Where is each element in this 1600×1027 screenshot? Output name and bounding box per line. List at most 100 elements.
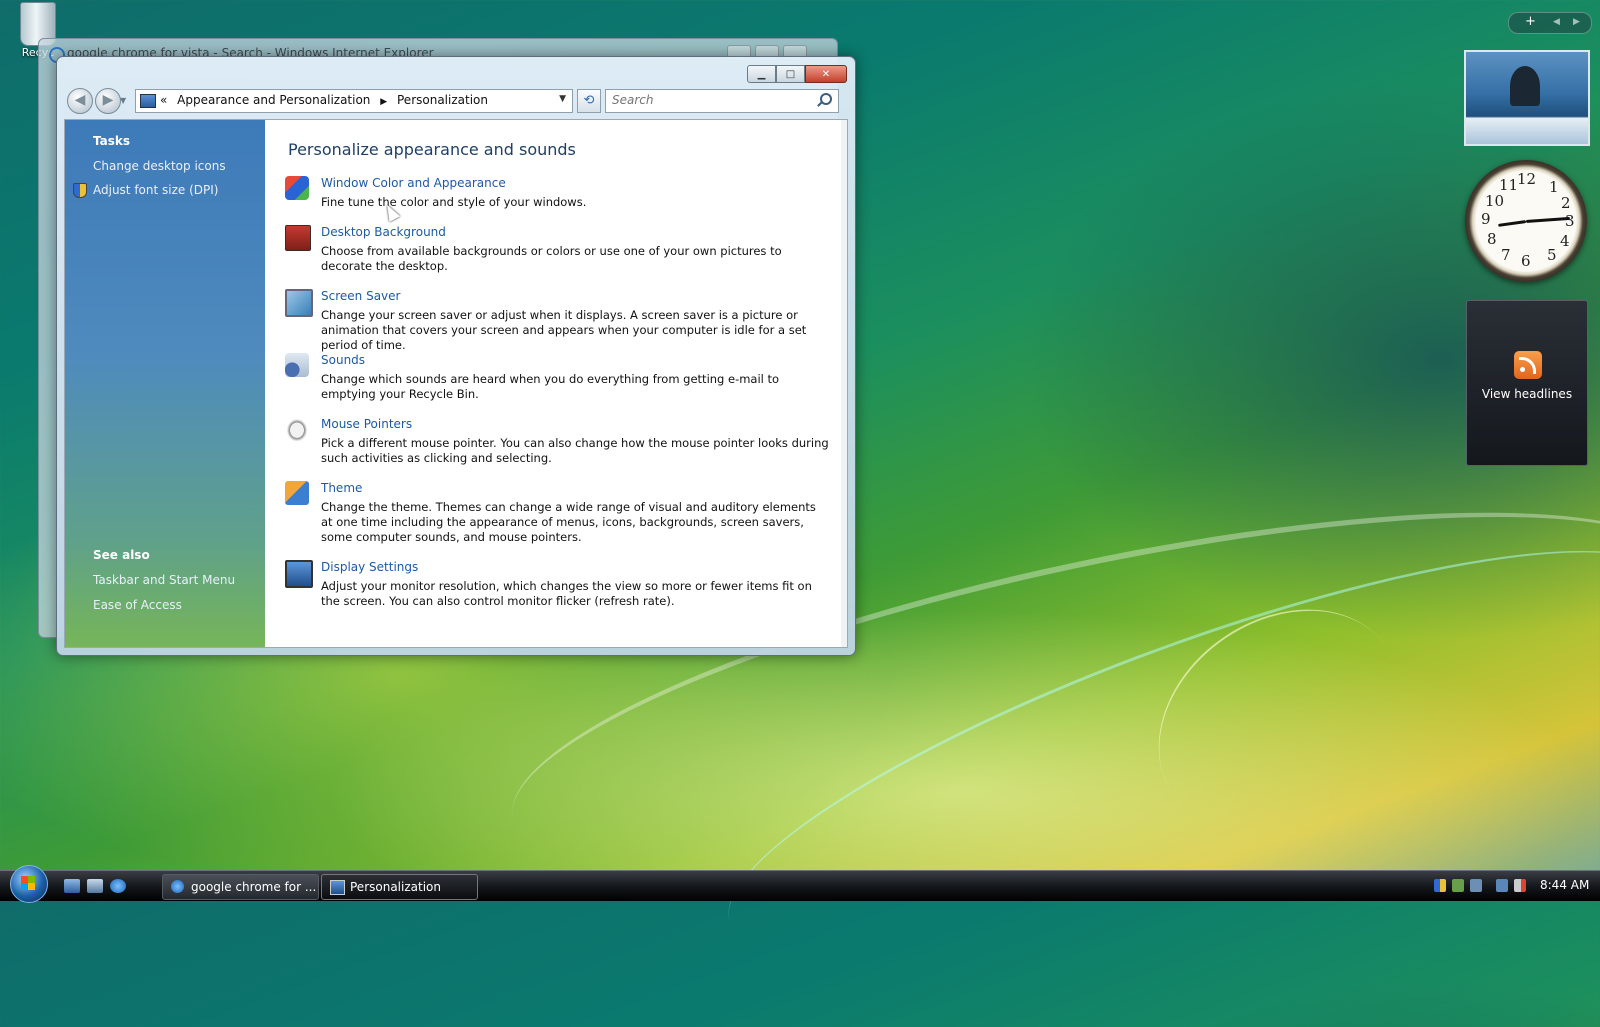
desktop-background-desc: Choose from available backgrounds or col… bbox=[321, 244, 782, 273]
address-dropdown-icon[interactable]: ▼ bbox=[559, 94, 566, 104]
screen-saver-icon[interactable] bbox=[285, 289, 313, 317]
adjust-font-size-link[interactable]: Adjust font size (DPI) bbox=[93, 183, 218, 197]
mouse-pointers-icon[interactable] bbox=[285, 417, 309, 441]
back-arrow-icon: ◀ bbox=[74, 92, 86, 108]
windows-logo-icon bbox=[21, 876, 35, 890]
window-color-desc: Fine tune the color and style of your wi… bbox=[321, 195, 587, 209]
ease-of-access-link[interactable]: Ease of Access bbox=[93, 598, 182, 612]
sounds-icon[interactable] bbox=[285, 353, 309, 377]
content-scrollbar[interactable] bbox=[841, 120, 847, 647]
change-desktop-icons-link[interactable]: Change desktop icons bbox=[93, 159, 226, 173]
clock-number: 11 bbox=[1499, 176, 1519, 194]
search-input[interactable] bbox=[606, 90, 808, 110]
feed-headlines-gadget[interactable]: View headlines bbox=[1466, 300, 1588, 466]
show-desktop-icon[interactable] bbox=[64, 879, 80, 893]
screen-saver-link[interactable]: Screen Saver bbox=[321, 289, 400, 303]
control-panel-icon bbox=[140, 94, 156, 108]
clock-number: 2 bbox=[1561, 194, 1571, 212]
window-color-link[interactable]: Window Color and Appearance bbox=[321, 176, 506, 190]
screen-saver-desc: Change your screen saver or adjust when … bbox=[321, 308, 807, 352]
breadcrumb-overflow[interactable]: « bbox=[160, 93, 167, 107]
wallpaper-swoosh bbox=[1115, 563, 1445, 879]
network-tray-icon[interactable] bbox=[1496, 879, 1508, 892]
search-box[interactable] bbox=[605, 89, 839, 113]
address-bar[interactable]: « Appearance and Personalization ▶ Perso… bbox=[135, 89, 573, 113]
sounds-desc: Change which sounds are heard when you d… bbox=[321, 372, 780, 401]
clock-number: 9 bbox=[1481, 210, 1491, 228]
minute-hand bbox=[1525, 216, 1570, 223]
volume-muted-tray-icon[interactable] bbox=[1514, 879, 1526, 892]
breadcrumb-separator-icon[interactable]: ▶ bbox=[380, 97, 387, 107]
taskbar-button-personalization[interactable]: Personalization bbox=[321, 874, 478, 900]
taskbar-button-ie[interactable]: google chrome for ... bbox=[162, 874, 319, 900]
mouse-pointers-link[interactable]: Mouse Pointers bbox=[321, 417, 412, 431]
rss-icon bbox=[1514, 351, 1542, 379]
switch-windows-icon[interactable] bbox=[87, 879, 103, 893]
forward-arrow-icon: ▶ bbox=[102, 92, 114, 108]
see-also-heading: See also bbox=[93, 548, 150, 562]
forward-button[interactable]: ▶ bbox=[95, 88, 121, 114]
sounds-link[interactable]: Sounds bbox=[321, 353, 365, 367]
breadcrumb: « Appearance and Personalization ▶ Perso… bbox=[160, 93, 494, 107]
search-icon[interactable] bbox=[820, 93, 832, 105]
maximize-button[interactable]: □ bbox=[776, 65, 805, 83]
desktop-background-icon[interactable] bbox=[285, 225, 311, 251]
taskbar-clock[interactable]: 8:44 AM bbox=[1540, 878, 1589, 892]
slideshow-gadget[interactable] bbox=[1464, 50, 1590, 146]
uac-shield-icon bbox=[73, 183, 87, 198]
maximize-icon: □ bbox=[785, 68, 796, 80]
minimize-button[interactable]: ▁ bbox=[747, 65, 776, 83]
start-button[interactable] bbox=[10, 865, 48, 903]
task-pane: Tasks Change desktop icons Adjust font s… bbox=[65, 120, 265, 647]
minimize-icon: ▁ bbox=[757, 68, 766, 80]
display-settings-link[interactable]: Display Settings bbox=[321, 560, 418, 574]
theme-link[interactable]: Theme bbox=[321, 481, 362, 495]
clock-number: 6 bbox=[1521, 252, 1531, 270]
window-color-icon[interactable] bbox=[285, 176, 309, 200]
add-gadget-icon[interactable]: + bbox=[1525, 14, 1536, 29]
recent-pages-dropdown[interactable]: ▼ bbox=[120, 96, 126, 105]
clock-number: 4 bbox=[1560, 232, 1570, 250]
main-content: Personalize appearance and sounds Window… bbox=[265, 120, 847, 647]
theme-icon[interactable] bbox=[285, 481, 309, 505]
clock-number: 5 bbox=[1547, 246, 1557, 264]
internet-explorer-icon[interactable] bbox=[110, 879, 126, 893]
caption-buttons: ▁ □ ✕ bbox=[747, 65, 847, 83]
back-button[interactable]: ◀ bbox=[67, 88, 93, 114]
taskbar-button-label: google chrome for ... bbox=[191, 880, 317, 894]
taskbar: google chrome for ... Personalization 8:… bbox=[0, 865, 1600, 903]
close-button[interactable]: ✕ bbox=[805, 65, 847, 83]
update-tray-icon[interactable] bbox=[1452, 879, 1464, 892]
security-shield-tray-icon[interactable] bbox=[1434, 879, 1446, 892]
previous-gadget-icon[interactable]: ◀ bbox=[1553, 17, 1560, 27]
gadget-controls: + ◀ ▶ bbox=[1508, 12, 1592, 34]
close-icon: ✕ bbox=[821, 68, 831, 80]
clock-number: 10 bbox=[1485, 192, 1505, 210]
clock-number: 7 bbox=[1501, 246, 1511, 264]
personalization-task-icon bbox=[330, 880, 345, 895]
whale-photo bbox=[1510, 66, 1540, 106]
tray-app-icon[interactable] bbox=[1470, 879, 1482, 892]
hour-hand bbox=[1498, 220, 1527, 227]
desktop-background-link[interactable]: Desktop Background bbox=[321, 225, 446, 239]
theme-desc: Change the theme. Themes can change a wi… bbox=[321, 500, 816, 544]
mouse-pointers-desc: Pick a different mouse pointer. You can … bbox=[321, 436, 829, 465]
tasks-heading: Tasks bbox=[93, 134, 131, 148]
taskbar-start-menu-link[interactable]: Taskbar and Start Menu bbox=[93, 573, 235, 587]
breadcrumb-appearance[interactable]: Appearance and Personalization bbox=[177, 93, 370, 107]
clock-number: 8 bbox=[1487, 230, 1497, 248]
display-settings-icon[interactable] bbox=[285, 560, 313, 588]
refresh-button[interactable]: ⟲ bbox=[577, 89, 601, 113]
taskbar-button-label: Personalization bbox=[350, 880, 441, 894]
clock-gadget[interactable]: 12 1 2 3 4 5 6 7 8 9 10 11 bbox=[1465, 160, 1587, 282]
personalization-window: ▁ □ ✕ ◀ ▶ ▼ « Appearance and Personaliza… bbox=[56, 56, 856, 656]
clock-number: 3 bbox=[1565, 212, 1575, 230]
window-body: Tasks Change desktop icons Adjust font s… bbox=[64, 119, 848, 648]
refresh-icon: ⟲ bbox=[583, 93, 595, 108]
view-headlines-label[interactable]: View headlines bbox=[1467, 387, 1587, 401]
page-title: Personalize appearance and sounds bbox=[288, 140, 576, 159]
next-gadget-icon[interactable]: ▶ bbox=[1573, 17, 1580, 27]
clock-number: 12 bbox=[1517, 170, 1537, 188]
breadcrumb-personalization[interactable]: Personalization bbox=[397, 93, 488, 107]
navigation-bar: ◀ ▶ ▼ « Appearance and Personalization ▶… bbox=[65, 87, 847, 114]
